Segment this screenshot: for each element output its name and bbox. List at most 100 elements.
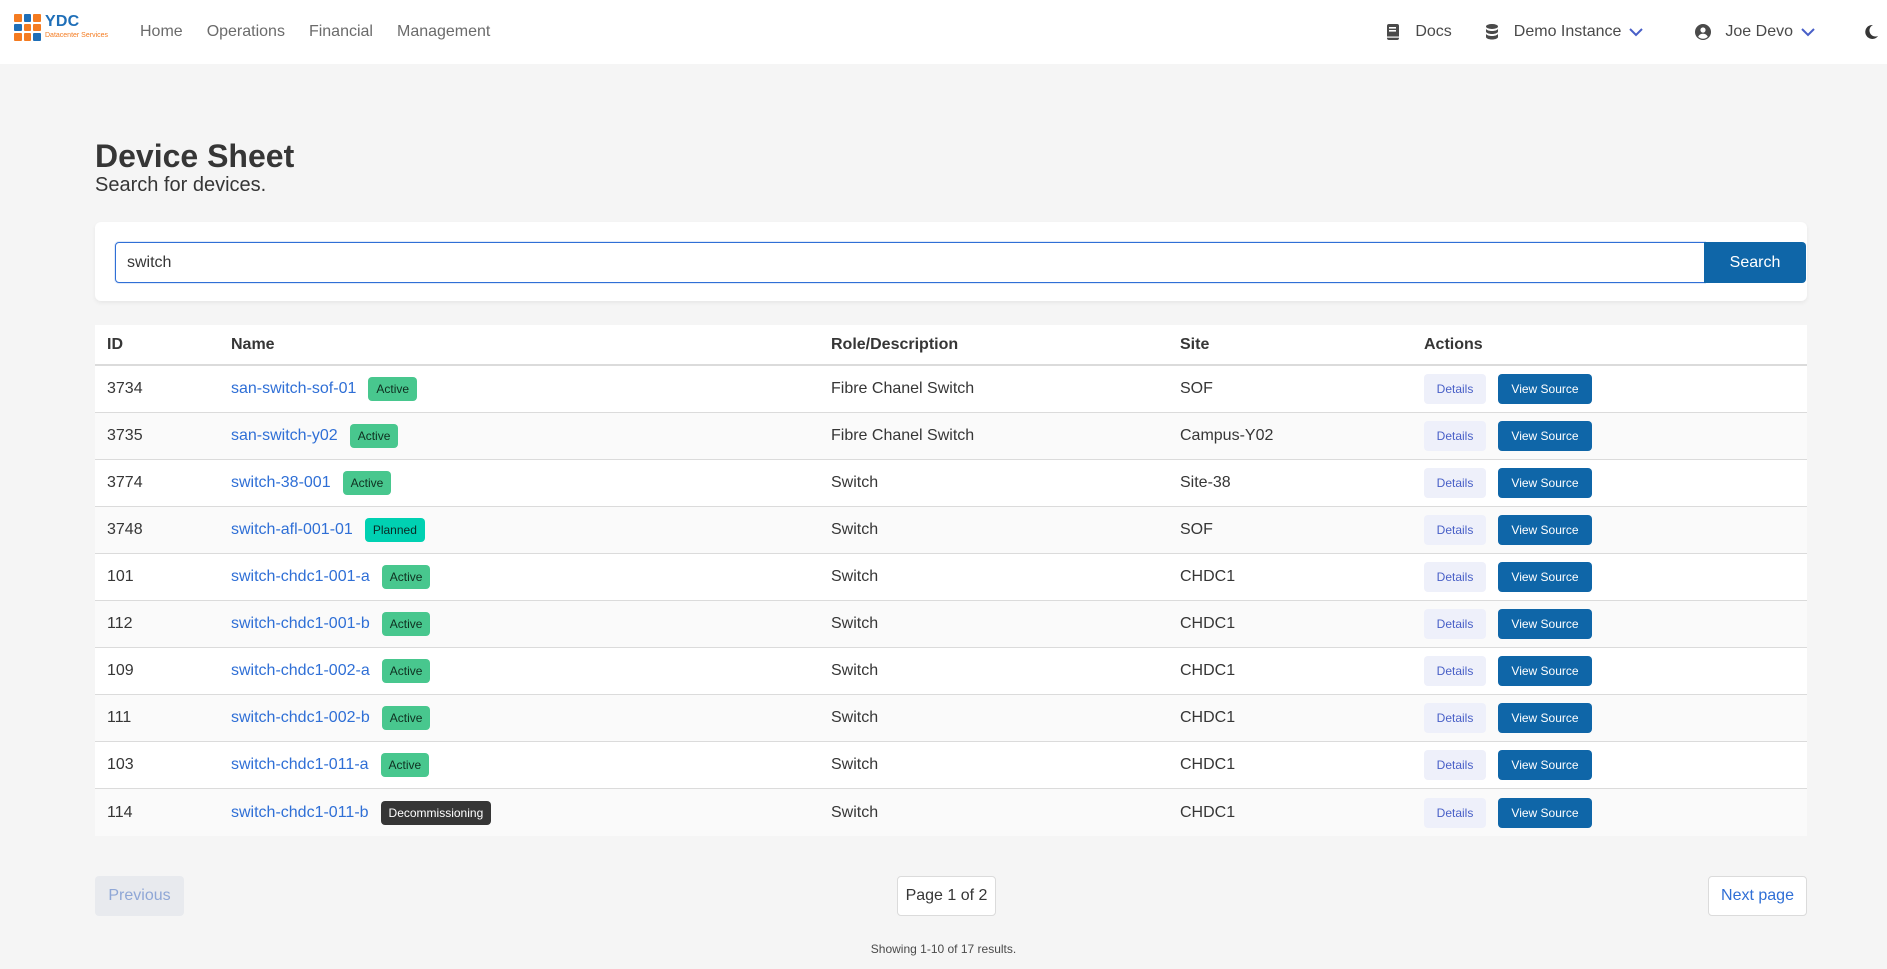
- cell-actions: Details View Source: [1424, 656, 1592, 686]
- next-page-button[interactable]: Next page: [1708, 876, 1807, 916]
- cell-name: san-switch-y02 Active: [231, 424, 399, 448]
- search-panel: [95, 222, 1807, 301]
- main-nav: Home Operations Financial Management: [128, 0, 502, 64]
- cell-actions: Details View Source: [1424, 421, 1592, 451]
- user-dropdown[interactable]: Joe Devo: [1695, 23, 1815, 41]
- instance-label: Demo Instance: [1513, 23, 1622, 40]
- table-row: 111 switch-chdc1-002-b Active Switch CHDC1 De…: [95, 695, 1807, 742]
- view-source-button[interactable]: View Source: [1498, 797, 1592, 828]
- device-name-link[interactable]: switch-chdc1-002-a: [231, 662, 370, 680]
- table-row: 3774 switch-38-001 Active Switch Site-38 Deta…: [95, 460, 1807, 507]
- theme-toggle[interactable]: [1863, 24, 1887, 40]
- brand-logo[interactable]: YDC Datacenter Services: [14, 14, 108, 41]
- cell-site: SOF: [1180, 380, 1213, 397]
- view-source-button[interactable]: View Source: [1498, 609, 1592, 639]
- status-badge: Planned: [364, 518, 425, 542]
- search-button[interactable]: Search: [1704, 242, 1806, 283]
- device-name-link[interactable]: switch-chdc1-001-b: [231, 615, 370, 633]
- status-badge: Active: [381, 612, 431, 636]
- nav-financial[interactable]: Financial: [297, 23, 385, 41]
- search-input[interactable]: [115, 242, 1705, 283]
- details-button[interactable]: Details: [1424, 562, 1486, 592]
- nav-home[interactable]: Home: [128, 23, 195, 41]
- table-body: 3734 san-switch-sof-01 Active Fibre Chanel …: [95, 366, 1807, 836]
- details-button[interactable]: Details: [1424, 421, 1486, 451]
- header-actions: Actions: [1424, 335, 1483, 353]
- view-source-button[interactable]: View Source: [1498, 656, 1592, 686]
- details-button[interactable]: Details: [1424, 468, 1486, 498]
- table-row: 3734 san-switch-sof-01 Active Fibre Chanel …: [95, 366, 1807, 413]
- cell-role: Switch: [831, 662, 879, 679]
- status-badge: Active: [368, 377, 418, 401]
- device-name-link[interactable]: switch-afl-001-01: [231, 521, 353, 539]
- view-source-button[interactable]: View Source: [1498, 468, 1592, 498]
- cell-id: 103: [107, 756, 134, 773]
- cell-actions: Details View Source: [1424, 468, 1592, 498]
- previous-button[interactable]: Previous: [95, 876, 184, 916]
- book-icon: [1385, 24, 1401, 40]
- user-circle-icon: [1695, 24, 1712, 40]
- cell-role: Fibre Chanel Switch: [831, 427, 975, 444]
- header-site: Site: [1180, 335, 1210, 353]
- docs-link[interactable]: Docs: [1385, 23, 1452, 41]
- status-badge: Active: [349, 424, 399, 448]
- details-button[interactable]: Details: [1424, 750, 1486, 780]
- cell-name: switch-afl-001-01 Planned: [231, 518, 425, 542]
- status-badge: Active: [381, 706, 431, 730]
- page-indicator: Page 1 of 2: [897, 876, 996, 916]
- table-row: 3735 san-switch-y02 Active Fibre Chanel Swi…: [95, 413, 1807, 460]
- cell-name: switch-chdc1-001-a Active: [231, 565, 431, 589]
- view-source-button[interactable]: View Source: [1498, 562, 1592, 592]
- user-label: Joe Devo: [1725, 23, 1793, 40]
- view-source-button[interactable]: View Source: [1498, 374, 1592, 404]
- details-button[interactable]: Details: [1424, 374, 1486, 404]
- table-row: 109 switch-chdc1-002-a Active Switch CHDC1 De…: [95, 648, 1807, 695]
- cell-id: 112: [107, 615, 133, 632]
- table-row: 112 switch-chdc1-001-b Active Switch CHDC1 De…: [95, 601, 1807, 648]
- status-badge: Active: [342, 471, 392, 495]
- status-badge: Active: [380, 753, 430, 777]
- device-name-link[interactable]: switch-chdc1-011-b: [231, 804, 369, 822]
- logo-grid-icon: [14, 14, 41, 41]
- view-source-button[interactable]: View Source: [1498, 750, 1592, 780]
- cell-site: CHDC1: [1180, 756, 1236, 773]
- nav-management[interactable]: Management: [385, 23, 502, 41]
- instance-dropdown[interactable]: Demo Instance: [1484, 23, 1644, 41]
- view-source-button[interactable]: View Source: [1498, 515, 1592, 545]
- cell-id: 3734: [107, 380, 143, 397]
- table-row: 103 switch-chdc1-011-a Active Switch CHDC1 De…: [95, 742, 1807, 789]
- details-button[interactable]: Details: [1424, 797, 1486, 828]
- nav-right: Docs Demo Instance Joe Devo: [1385, 0, 1887, 64]
- cell-role: Switch: [831, 615, 879, 632]
- cell-id: 3774: [107, 474, 143, 491]
- top-navbar: YDC Datacenter Services Home Operations …: [0, 0, 1887, 64]
- header-role: Role/Description: [831, 335, 959, 353]
- device-name-link[interactable]: switch-chdc1-001-a: [231, 568, 370, 586]
- table-header: ID Name Role/Description Site Actions: [95, 325, 1807, 366]
- cell-id: 3748: [107, 521, 143, 538]
- device-name-link[interactable]: switch-chdc1-011-a: [231, 756, 369, 774]
- chevron-down-icon: [1629, 28, 1644, 37]
- view-source-button[interactable]: View Source: [1498, 703, 1592, 733]
- cell-site: CHDC1: [1180, 662, 1236, 679]
- database-icon: [1484, 24, 1500, 40]
- nav-operations[interactable]: Operations: [195, 23, 297, 41]
- cell-name: san-switch-sof-01 Active: [231, 377, 418, 401]
- details-button[interactable]: Details: [1424, 656, 1486, 686]
- device-name-link[interactable]: san-switch-sof-01: [231, 380, 356, 398]
- details-button[interactable]: Details: [1424, 609, 1486, 639]
- details-button[interactable]: Details: [1424, 703, 1486, 733]
- cell-actions: Details View Source: [1424, 374, 1592, 404]
- page-title: Device Sheet: [95, 138, 295, 174]
- cell-site: Site-38: [1180, 474, 1231, 491]
- table-row: 101 switch-chdc1-001-a Active Switch CHDC1 De…: [95, 554, 1807, 601]
- results-count: Showing 1-10 of 17 results.: [870, 942, 1017, 956]
- view-source-button[interactable]: View Source: [1498, 421, 1592, 451]
- cell-role: Fibre Chanel Switch: [831, 380, 975, 397]
- device-name-link[interactable]: switch-38-001: [231, 474, 331, 492]
- device-name-link[interactable]: switch-chdc1-002-b: [231, 709, 370, 727]
- details-button[interactable]: Details: [1424, 515, 1486, 545]
- cell-role: Switch: [831, 803, 879, 821]
- device-name-link[interactable]: san-switch-y02: [231, 427, 338, 445]
- header-name: Name: [231, 335, 275, 353]
